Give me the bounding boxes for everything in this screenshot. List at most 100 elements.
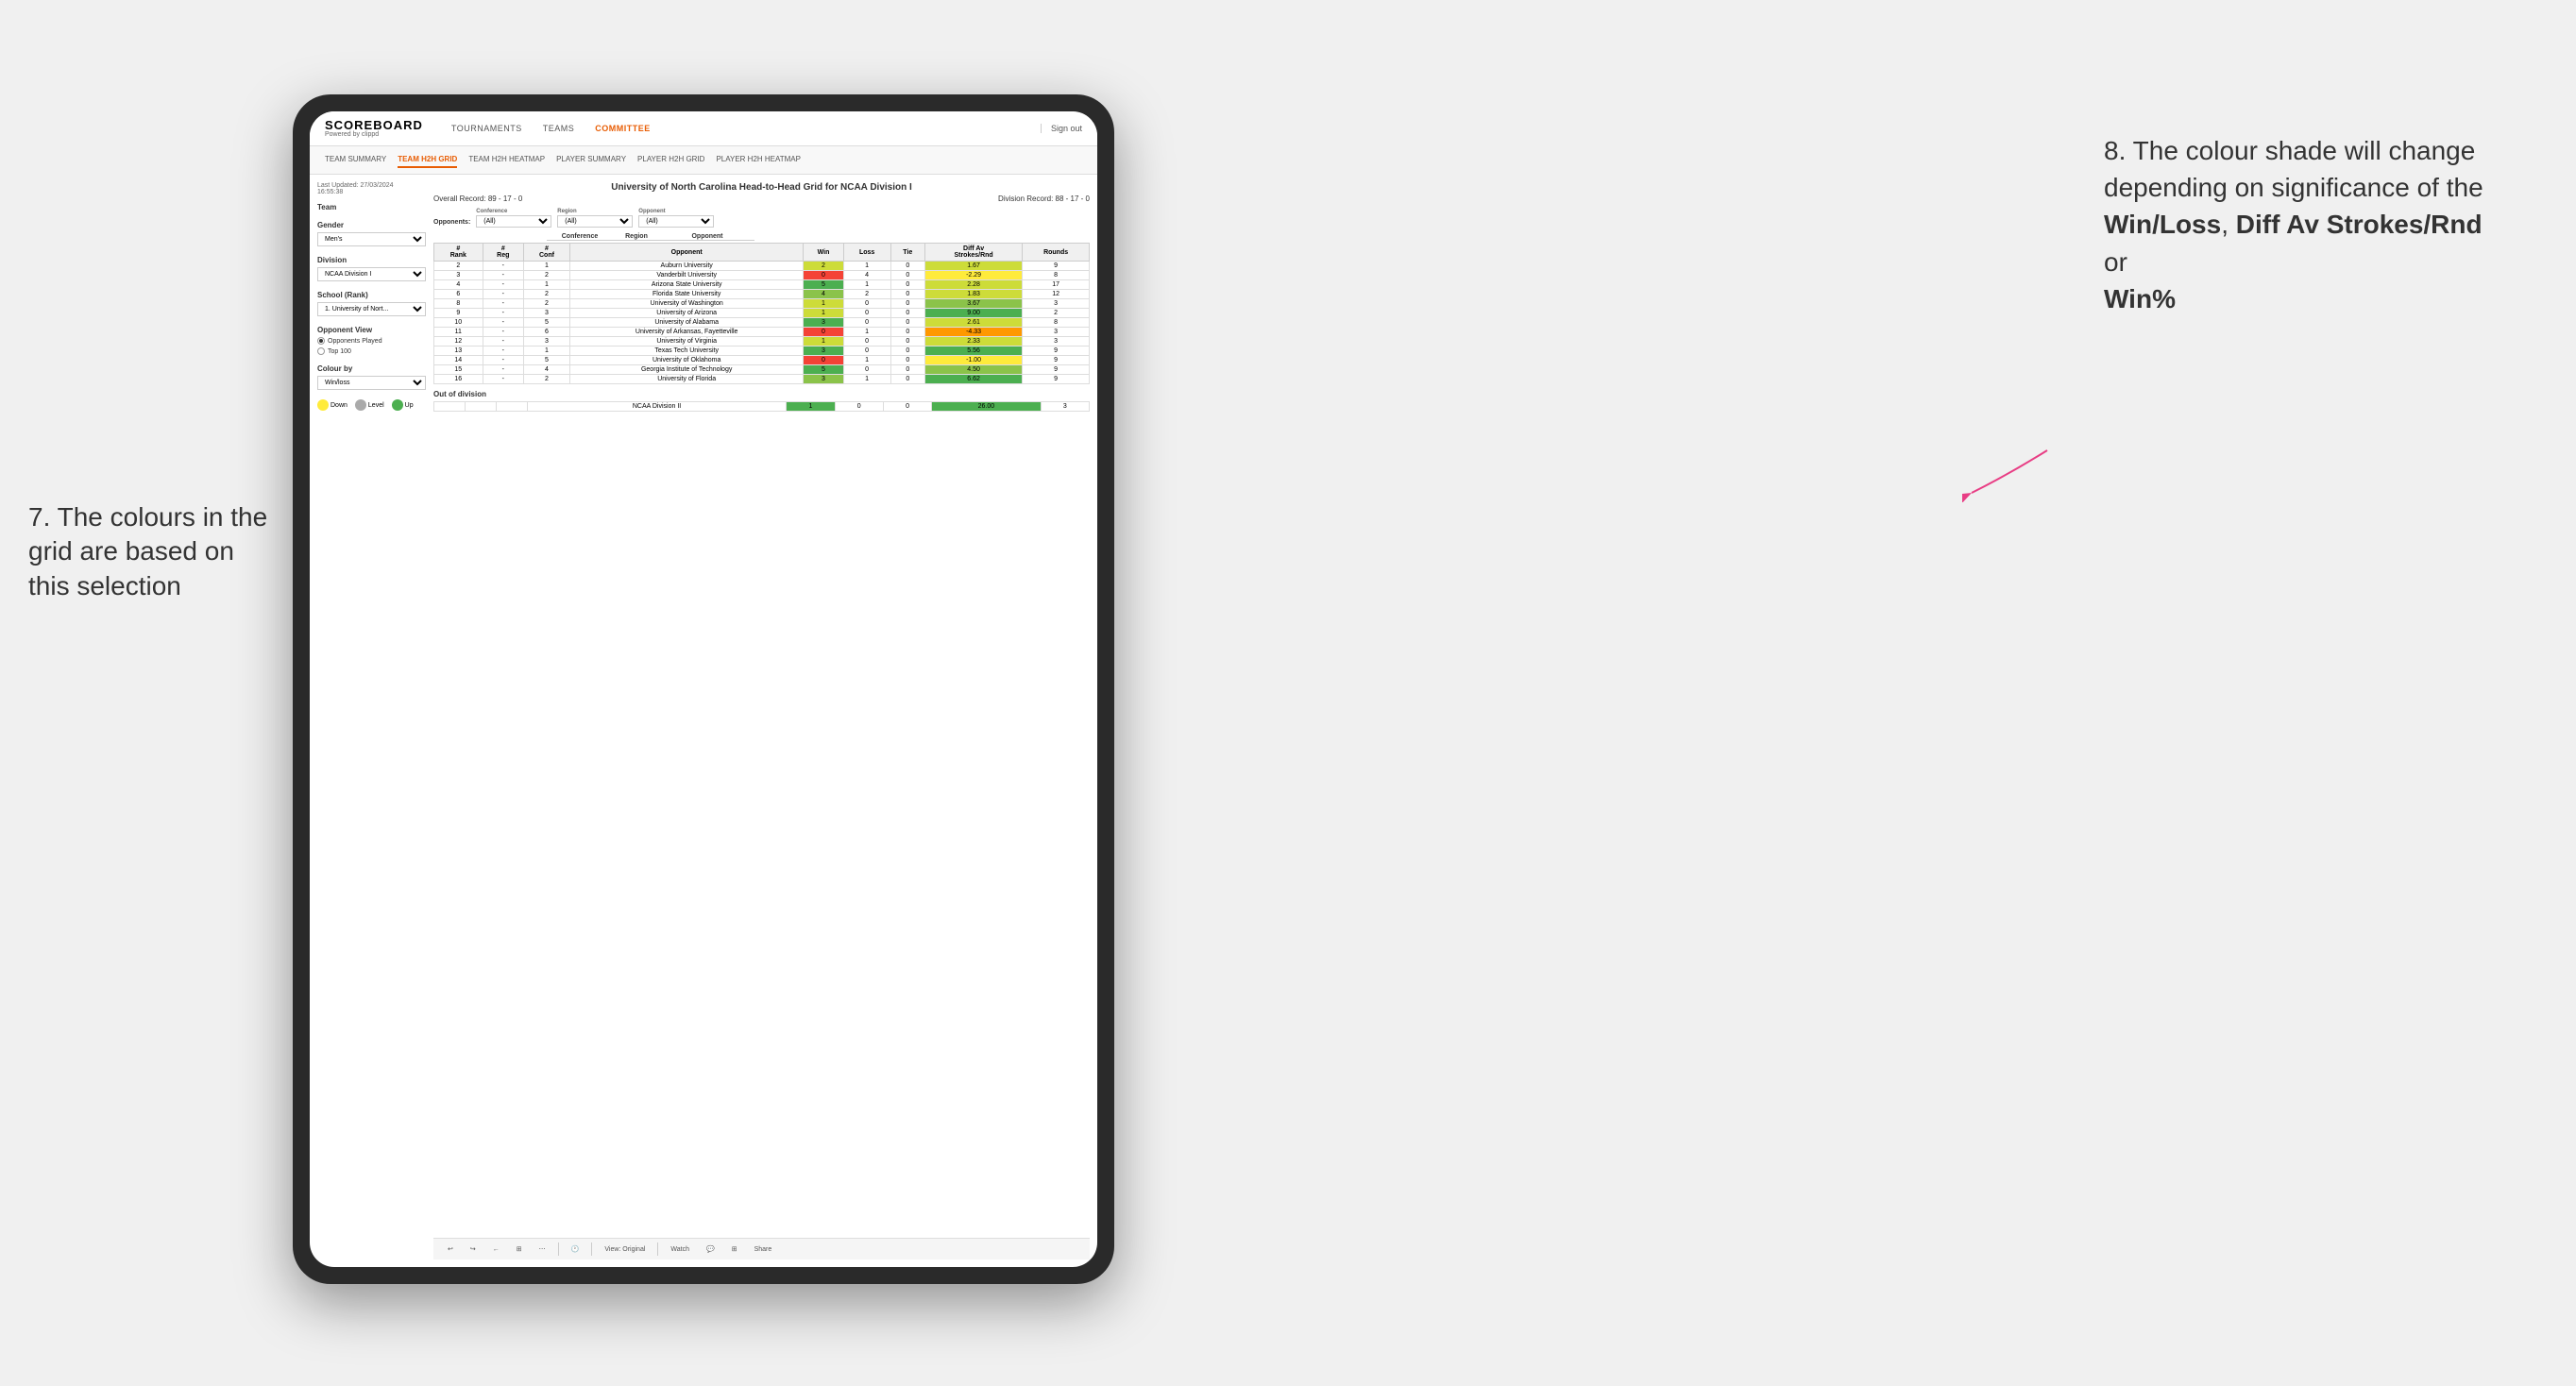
annotation-bold-winpct: Win% — [2104, 284, 2176, 313]
sub-nav-team-summary[interactable]: TEAM SUMMARY — [325, 152, 386, 168]
table-row-ood: NCAA Division II 1 0 0 26.00 3 — [434, 402, 1090, 412]
td-ood-reg — [465, 402, 496, 412]
filter-region-select[interactable]: (All) — [557, 215, 633, 228]
sign-out-link[interactable]: Sign out — [1041, 124, 1082, 133]
td-rank-4: 8 — [434, 299, 483, 309]
toolbar-undo[interactable]: ↩ — [443, 1243, 458, 1255]
table-wrap: #Rank #Reg #Conf Opponent Win Loss Tie D… — [433, 243, 1090, 1238]
radio-top100[interactable]: Top 100 — [317, 347, 426, 355]
opponent-view-label: Opponent View — [317, 326, 426, 334]
td-conf-9: 1 — [523, 346, 569, 356]
td-conf-11: 4 — [523, 365, 569, 375]
toolbar-divider-2 — [591, 1242, 592, 1256]
td-conf-5: 3 — [523, 309, 569, 318]
th-reg: #Reg — [483, 244, 523, 262]
toolbar-watch[interactable]: Watch — [666, 1244, 694, 1255]
filter-conference-select[interactable]: (All) — [476, 215, 551, 228]
nav-teams[interactable]: TEAMS — [534, 120, 585, 137]
toolbar-clock[interactable]: 🕐 — [567, 1243, 585, 1255]
toolbar-tools[interactable]: ⊞ — [512, 1243, 527, 1255]
td-reg-10: - — [483, 356, 523, 365]
toolbar-comment[interactable]: 💬 — [702, 1243, 720, 1255]
td-reg-11: - — [483, 365, 523, 375]
legend: Down Level Up — [317, 399, 426, 411]
legend-down: Down — [317, 399, 347, 411]
td-win-0: 2 — [804, 262, 843, 271]
td-opponent-6: University of Alabama — [570, 318, 804, 328]
grid-title: University of North Carolina Head-to-Hea… — [433, 182, 1090, 193]
td-conf-1: 2 — [523, 271, 569, 280]
col-header-conference: Conference — [547, 233, 613, 241]
td-reg-7: - — [483, 328, 523, 337]
th-win: Win — [804, 244, 843, 262]
gender-select[interactable]: Men's — [317, 232, 426, 246]
td-opponent-5: University of Arizona — [570, 309, 804, 318]
table-row: 4 - 1 Arizona State University 5 1 0 2.2… — [434, 280, 1090, 290]
td-win-2: 5 — [804, 280, 843, 290]
toolbar-settings[interactable]: ⋯ — [534, 1243, 551, 1255]
radio-opponents-played[interactable]: Opponents Played — [317, 337, 426, 345]
table-row: 13 - 1 Texas Tech University 3 0 0 5.56 … — [434, 346, 1090, 356]
sub-nav-player-h2h-heatmap[interactable]: PLAYER H2H HEATMAP — [716, 152, 801, 168]
table-row: 9 - 3 University of Arizona 1 0 0 9.00 2 — [434, 309, 1090, 318]
td-opponent-7: University of Arkansas, Fayetteville — [570, 328, 804, 337]
sub-nav-team-h2h-grid[interactable]: TEAM H2H GRID — [398, 152, 457, 168]
toolbar-divider-3 — [657, 1242, 658, 1256]
td-diff-2: 2.28 — [924, 280, 1022, 290]
out-of-division-table: NCAA Division II 1 0 0 26.00 3 — [433, 401, 1090, 412]
td-tie-8: 0 — [890, 337, 924, 346]
td-loss-10: 1 — [843, 356, 890, 365]
td-diff-12: 6.62 — [924, 375, 1022, 384]
sub-nav-team-h2h-heatmap[interactable]: TEAM H2H HEATMAP — [468, 152, 545, 168]
toolbar-share[interactable]: Share — [750, 1244, 777, 1255]
td-opponent-3: Florida State University — [570, 290, 804, 299]
toolbar-back[interactable]: ← — [488, 1244, 504, 1255]
filters-row: Opponents: Conference (All) Region (All) — [433, 209, 1090, 228]
colour-by-select[interactable]: Win/loss — [317, 376, 426, 390]
filter-opponent-label: Opponent — [638, 209, 714, 214]
table-row: 3 - 2 Vanderbilt University 0 4 0 -2.29 … — [434, 271, 1090, 280]
th-conf: #Conf — [523, 244, 569, 262]
td-tie-6: 0 — [890, 318, 924, 328]
school-select[interactable]: 1. University of Nort... — [317, 302, 426, 316]
td-rank-10: 14 — [434, 356, 483, 365]
td-win-6: 3 — [804, 318, 843, 328]
filter-opponent-select[interactable]: (All) — [638, 215, 714, 228]
td-win-1: 0 — [804, 271, 843, 280]
th-diff: Diff AvStrokes/Rnd — [924, 244, 1022, 262]
sidebar-team-section: Team — [317, 203, 426, 211]
td-diff-8: 2.33 — [924, 337, 1022, 346]
table-row: 16 - 2 University of Florida 3 1 0 6.62 … — [434, 375, 1090, 384]
td-diff-1: -2.29 — [924, 271, 1022, 280]
division-select[interactable]: NCAA Division I — [317, 267, 426, 281]
th-tie: Tie — [890, 244, 924, 262]
logo-sub: Powered by clippd — [325, 131, 423, 138]
filter-region-group: Region (All) — [557, 209, 633, 228]
td-ood-loss: 0 — [835, 402, 883, 412]
table-row: 14 - 5 University of Oklahoma 0 1 0 -1.0… — [434, 356, 1090, 365]
td-win-7: 0 — [804, 328, 843, 337]
gender-label: Gender — [317, 221, 426, 229]
tablet-screen: SCOREBOARD Powered by clippd TOURNAMENTS… — [310, 111, 1097, 1267]
division-record: Division Record: 88 - 17 - 0 — [998, 194, 1090, 203]
annotation-right-number: 8. — [2104, 136, 2126, 165]
nav-committee[interactable]: COMMITTEE — [585, 120, 660, 137]
colour-by-label: Colour by — [317, 364, 426, 373]
td-rounds-7: 3 — [1023, 328, 1090, 337]
td-rounds-3: 12 — [1023, 290, 1090, 299]
td-loss-0: 1 — [843, 262, 890, 271]
logo-area: SCOREBOARD Powered by clippd — [325, 119, 423, 138]
toolbar-view[interactable]: View: Original — [600, 1244, 650, 1255]
nav-tournaments[interactable]: TOURNAMENTS — [442, 120, 532, 137]
td-rank-2: 4 — [434, 280, 483, 290]
td-diff-10: -1.00 — [924, 356, 1022, 365]
sub-nav-player-h2h-grid[interactable]: PLAYER H2H GRID — [637, 152, 704, 168]
toolbar-grid[interactable]: ⊞ — [727, 1243, 742, 1255]
td-diff-7: -4.33 — [924, 328, 1022, 337]
td-win-8: 1 — [804, 337, 843, 346]
td-ood-diff: 26.00 — [932, 402, 1041, 412]
filter-region-label: Region — [557, 209, 633, 214]
toolbar-redo[interactable]: ↪ — [466, 1243, 481, 1255]
td-rounds-11: 9 — [1023, 365, 1090, 375]
sub-nav-player-summary[interactable]: PLAYER SUMMARY — [556, 152, 626, 168]
